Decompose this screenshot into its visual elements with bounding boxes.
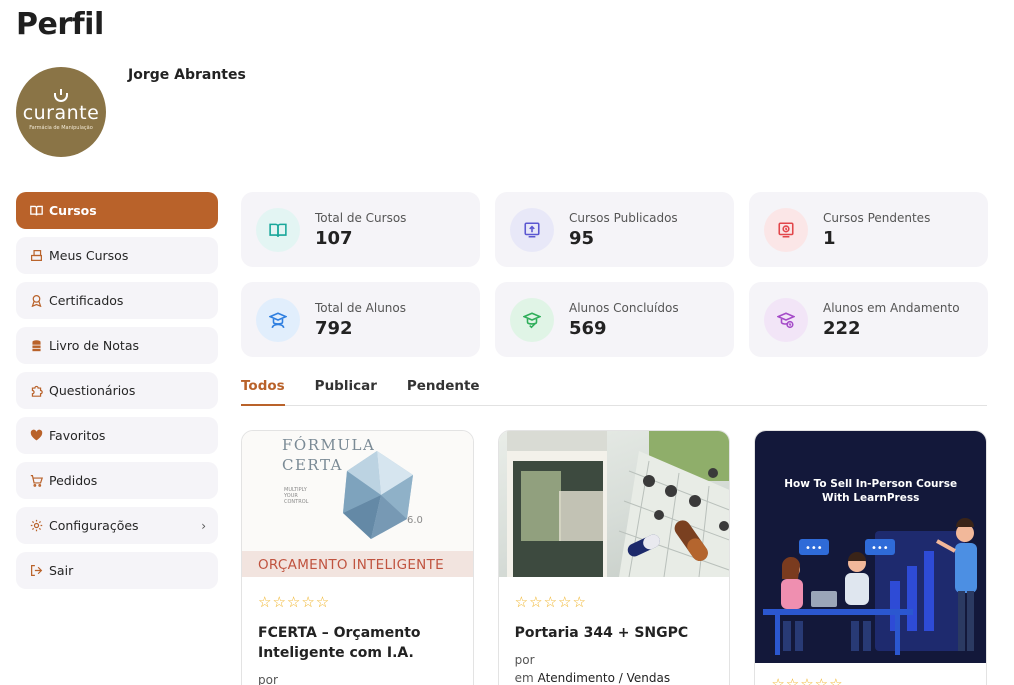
rating-stars: ☆☆☆☆☆ xyxy=(258,593,331,611)
page-title: Perfil xyxy=(16,7,104,42)
sidebar-item-certificados[interactable]: Certificados xyxy=(16,282,218,319)
sidebar-item-pedidos[interactable]: Pedidos xyxy=(16,462,218,499)
course-tabs: Todos Publicar Pendente xyxy=(241,378,987,406)
gear-icon xyxy=(30,519,43,532)
course-thumbnail[interactable]: How To Sell In-Person Course With LearnP… xyxy=(755,431,987,663)
stat-label: Cursos Publicados xyxy=(569,210,678,225)
chevron-right-icon: › xyxy=(201,518,206,533)
sidebar-item-label: Questionários xyxy=(49,383,136,398)
stat-card-alunos-concluidos: Alunos Concluídos 569 xyxy=(495,282,734,357)
medicine-photo-icon xyxy=(506,431,730,577)
thumb-version: 6.0 xyxy=(407,515,423,526)
gradebook-icon xyxy=(30,339,43,352)
rating-stars: ☆☆☆☆☆ xyxy=(514,593,587,611)
course-author: por xyxy=(258,673,278,685)
sidebar-item-label: Certificados xyxy=(49,293,124,308)
certificate-icon xyxy=(30,294,43,307)
sidebar-item-favoritos[interactable]: Favoritos xyxy=(16,417,218,454)
sidebar-item-livro-de-notas[interactable]: Livro de Notas xyxy=(16,327,218,364)
sidebar-item-configuracoes[interactable]: Configurações › xyxy=(16,507,218,544)
sidebar-item-label: Configurações xyxy=(49,518,139,533)
pending-icon xyxy=(764,207,808,252)
graduated-icon xyxy=(510,297,554,342)
stat-label: Total de Alunos xyxy=(315,300,407,315)
heart-icon xyxy=(30,429,43,442)
course-thumbnail[interactable] xyxy=(498,431,730,577)
sidebar-item-sair[interactable]: Sair xyxy=(16,552,218,589)
stat-value: 792 xyxy=(315,317,353,339)
svg-text:•••: ••• xyxy=(871,543,889,554)
stat-label: Cursos Pendentes xyxy=(823,210,931,225)
tab-pendente[interactable]: Pendente xyxy=(407,378,480,406)
crystal-icon xyxy=(343,451,413,539)
stat-label: Alunos Concluídos xyxy=(569,300,679,315)
publish-icon xyxy=(510,207,554,252)
course-category-link[interactable]: Atendimento / Vendas xyxy=(538,671,671,685)
sidebar-item-label: Favoritos xyxy=(49,428,106,443)
students-icon xyxy=(256,297,300,342)
courses-icon xyxy=(30,249,43,262)
thumb-tagline: MULTIPLY YOUR CONTROL xyxy=(284,487,309,505)
user-name: Jorge Abrantes xyxy=(128,67,246,83)
sidebar-item-label: Livro de Notas xyxy=(49,338,139,353)
stat-card-alunos-andamento: Alunos em Andamento 222 xyxy=(749,282,988,357)
book-icon xyxy=(256,207,300,252)
course-list: FÓRMULA CERTA MULTIPLY YOUR CONTROL 6.0 … xyxy=(241,430,988,685)
stat-label: Total de Cursos xyxy=(315,210,407,225)
course-card[interactable]: How To Sell In-Person Course With LearnP… xyxy=(754,430,988,685)
course-card[interactable]: FÓRMULA CERTA MULTIPLY YOUR CONTROL 6.0 … xyxy=(241,430,474,685)
sidebar-item-label: Pedidos xyxy=(49,473,98,488)
course-title[interactable]: Portaria 344 + SNGPC xyxy=(515,623,714,643)
course-category-prefix: em xyxy=(514,671,534,685)
sidebar: Cursos Meus Cursos Certificados Livro de… xyxy=(16,192,218,597)
stats-grid: Total de Cursos 107 Cursos Publicados 95 C… xyxy=(241,192,988,357)
course-category: em Atendimento / Vendas xyxy=(515,671,714,685)
course-author: por xyxy=(514,653,535,667)
stat-value: 569 xyxy=(569,317,607,339)
course-card[interactable]: ☆☆☆☆☆ Portaria 344 + SNGPC por em Atendi… xyxy=(497,430,731,685)
logout-icon xyxy=(30,564,43,577)
book-open-icon xyxy=(30,204,43,217)
sidebar-item-questionarios[interactable]: Questionários xyxy=(16,372,218,409)
tab-publicar[interactable]: Publicar xyxy=(315,378,377,406)
stat-card-cursos-publicados: Cursos Publicados 95 xyxy=(495,192,734,267)
svg-text:•••: ••• xyxy=(805,543,823,554)
avatar-logo-text: curante xyxy=(22,102,100,124)
sidebar-item-cursos[interactable]: Cursos xyxy=(16,192,218,229)
stat-value: 222 xyxy=(823,317,861,339)
stat-value: 95 xyxy=(569,227,595,249)
presentation-illustration-icon: ••• ••• xyxy=(763,518,978,655)
avatar: curante Farmácia de Manipulação xyxy=(16,67,106,157)
stat-card-total-cursos: Total de Cursos 107 xyxy=(241,192,480,267)
rating-stars: ☆☆☆☆☆ xyxy=(771,675,844,685)
thumb-band-text: ORÇAMENTO INTELIGENTE xyxy=(258,557,444,573)
in-progress-icon xyxy=(764,297,808,342)
puzzle-icon xyxy=(30,384,43,397)
course-title[interactable]: FCERTA – Orçamento Inteligente com I.A. xyxy=(258,623,457,663)
stat-value: 1 xyxy=(823,227,836,249)
sidebar-item-label: Meus Cursos xyxy=(49,248,129,263)
stat-card-cursos-pendentes: Cursos Pendentes 1 xyxy=(749,192,988,267)
stat-label: Alunos em Andamento xyxy=(823,300,960,315)
avatar-logo-subtext: Farmácia de Manipulação xyxy=(29,125,93,131)
avatar-logo-icon xyxy=(54,89,68,102)
course-thumbnail[interactable]: FÓRMULA CERTA MULTIPLY YOUR CONTROL 6.0 … xyxy=(242,431,473,577)
stat-card-total-alunos: Total de Alunos 792 xyxy=(241,282,480,357)
stat-value: 107 xyxy=(315,227,353,249)
sidebar-item-label: Sair xyxy=(49,563,74,578)
cart-icon xyxy=(30,474,43,487)
sidebar-item-meus-cursos[interactable]: Meus Cursos xyxy=(16,237,218,274)
tab-todos[interactable]: Todos xyxy=(241,378,285,406)
sidebar-item-label: Cursos xyxy=(49,203,97,218)
